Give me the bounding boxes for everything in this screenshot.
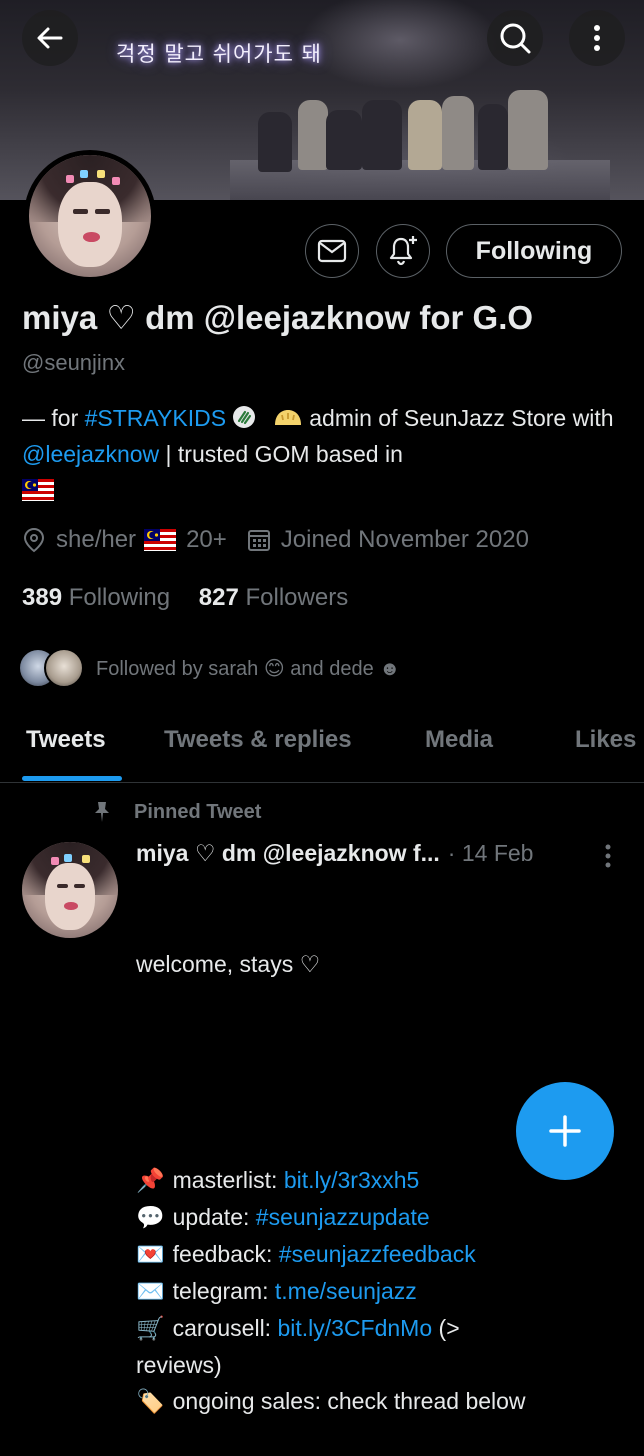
tab-tweets[interactable]: Tweets <box>26 726 106 754</box>
age-text: 20+ <box>186 526 227 553</box>
tweet-date[interactable]: · 14 Feb <box>448 840 534 867</box>
followers-count-link[interactable]: 827 Followers <box>199 584 348 611</box>
tweet-line-label: telegram: <box>172 1278 275 1304</box>
mail-icon <box>317 239 347 263</box>
location-icon <box>23 527 45 553</box>
tweet-line-label: ongoing sales: check thread below <box>172 1388 526 1414</box>
message-button[interactable] <box>305 224 359 278</box>
tab-media[interactable]: Media <box>425 726 493 754</box>
tab-tweets-replies[interactable]: Tweets & replies <box>164 726 352 754</box>
dumpling-emoji-icon <box>274 410 301 425</box>
banner-figure <box>478 104 508 170</box>
plus-icon <box>549 1115 581 1147</box>
followed-by-text: Followed by sarah 😊 and dede ☻ <box>96 657 401 680</box>
tweet-line: 💬 update: #seunjazzupdate <box>136 1199 606 1236</box>
follower-avatar <box>44 648 84 688</box>
pin-icon <box>95 802 109 822</box>
tweet-line-emoji: 🏷️ <box>136 1389 165 1415</box>
avatar-image <box>29 155 151 277</box>
tweet-line-link[interactable]: bit.ly/3r3xxh5 <box>284 1167 420 1193</box>
pinned-label: Pinned Tweet <box>90 800 261 824</box>
bio-text: — for <box>22 405 85 431</box>
more-options-button[interactable] <box>569 10 625 66</box>
more-vertical-icon <box>594 25 600 51</box>
banner-figure <box>442 96 474 170</box>
tweet-author-name[interactable]: miya ♡ dm @leejazknow f... <box>136 840 440 867</box>
tweet-line: ✉️ telegram: t.me/seunjazz <box>136 1273 606 1310</box>
tweet-line: reviews) <box>136 1347 606 1383</box>
tweet-line-label: carousell: <box>172 1315 278 1341</box>
banner-figure <box>258 112 292 172</box>
arrow-left-icon <box>37 27 63 49</box>
followed-by[interactable]: Followed by sarah 😊 and dede ☻ <box>18 646 400 690</box>
banner-figure <box>508 90 548 170</box>
bio-text: admin of SeunJazz Store with <box>302 405 614 431</box>
search-button[interactable] <box>487 10 543 66</box>
tweet-line-link[interactable]: bit.ly/3CFdnMo <box>277 1315 432 1341</box>
tweet-line: 🛒 carousell: bit.ly/3CFdnMo (> <box>136 1310 606 1347</box>
banner-figure <box>362 100 402 170</box>
tweet-author-avatar[interactable] <box>22 842 118 938</box>
notify-button[interactable] <box>376 224 430 278</box>
tweet-first-line: welcome, stays ♡ <box>136 951 321 977</box>
profile-bio: — for #STRAYKIDS admin of SeunJazz Store… <box>22 400 622 508</box>
tweet-line-link[interactable]: #seunjazzfeedback <box>279 1241 476 1267</box>
tweet-line-label: feedback: <box>172 1241 279 1267</box>
tweet-line-label: update: <box>172 1204 256 1230</box>
mention-link[interactable]: @leejazknow <box>22 441 159 467</box>
back-button[interactable] <box>22 10 78 66</box>
tweet-line-link[interactable]: #seunjazzupdate <box>256 1204 430 1230</box>
tab-likes[interactable]: Likes <box>575 726 636 754</box>
tweet-more-button[interactable] <box>596 842 620 875</box>
following-count-link[interactable]: 389 Following <box>22 584 170 611</box>
follow-counts: 389 Following 827 Followers <box>22 584 348 612</box>
pinned-tweet-text: Pinned Tweet <box>134 800 262 823</box>
malaysia-flag-icon <box>22 479 54 501</box>
banner-figure <box>408 100 442 170</box>
tweet-line: 💌 feedback: #seunjazzfeedback <box>136 1236 606 1273</box>
straykids-logo-icon <box>233 406 256 428</box>
tweet-line-link[interactable]: t.me/seunjazz <box>275 1278 417 1304</box>
calendar-icon <box>247 530 270 551</box>
profile-meta: she/her 20+ Joined November 2020 <box>22 526 529 554</box>
search-icon <box>500 23 531 54</box>
tweet-line-emoji: ✉️ <box>136 1279 165 1305</box>
tweet-line-emoji: 📌 <box>136 1168 165 1194</box>
tweet-line: 🏷️ ongoing sales: check thread below <box>136 1383 606 1420</box>
banner-caption: 걱정 말고 쉬어가도 돼 <box>116 42 322 66</box>
profile-tabs: Tweets Tweets & replies Media Likes <box>0 712 644 783</box>
following-button[interactable]: Following <box>446 224 622 278</box>
tweet-line-suffix: (> <box>432 1315 460 1341</box>
more-vertical-icon <box>605 844 611 868</box>
tweet-line-label: reviews) <box>136 1352 222 1378</box>
profile-name: miya ♡ dm @leejazknow for G.O <box>22 299 534 336</box>
pronouns-text: she/her <box>56 526 137 553</box>
tweet-line-emoji: 🛒 <box>136 1316 165 1342</box>
banner-figure <box>298 100 328 170</box>
tweet-line-label: masterlist: <box>172 1167 284 1193</box>
tweet-header: miya ♡ dm @leejazknow f... · 14 Feb <box>136 840 533 867</box>
hashtag-link[interactable]: #STRAYKIDS <box>85 405 226 431</box>
bell-plus-icon <box>389 236 417 266</box>
compose-tweet-button[interactable] <box>516 1082 614 1180</box>
joined-date: Joined November 2020 <box>280 526 529 553</box>
bio-text: | trusted GOM based in <box>159 441 403 467</box>
active-tab-indicator <box>22 776 122 781</box>
tweet-line-emoji: 💬 <box>136 1205 165 1231</box>
profile-handle: @seunjinx <box>22 350 126 375</box>
tweet-line-emoji: 💌 <box>136 1242 165 1268</box>
banner-figure <box>326 110 362 170</box>
profile-avatar[interactable] <box>24 150 156 282</box>
malaysia-flag-icon <box>144 529 177 551</box>
